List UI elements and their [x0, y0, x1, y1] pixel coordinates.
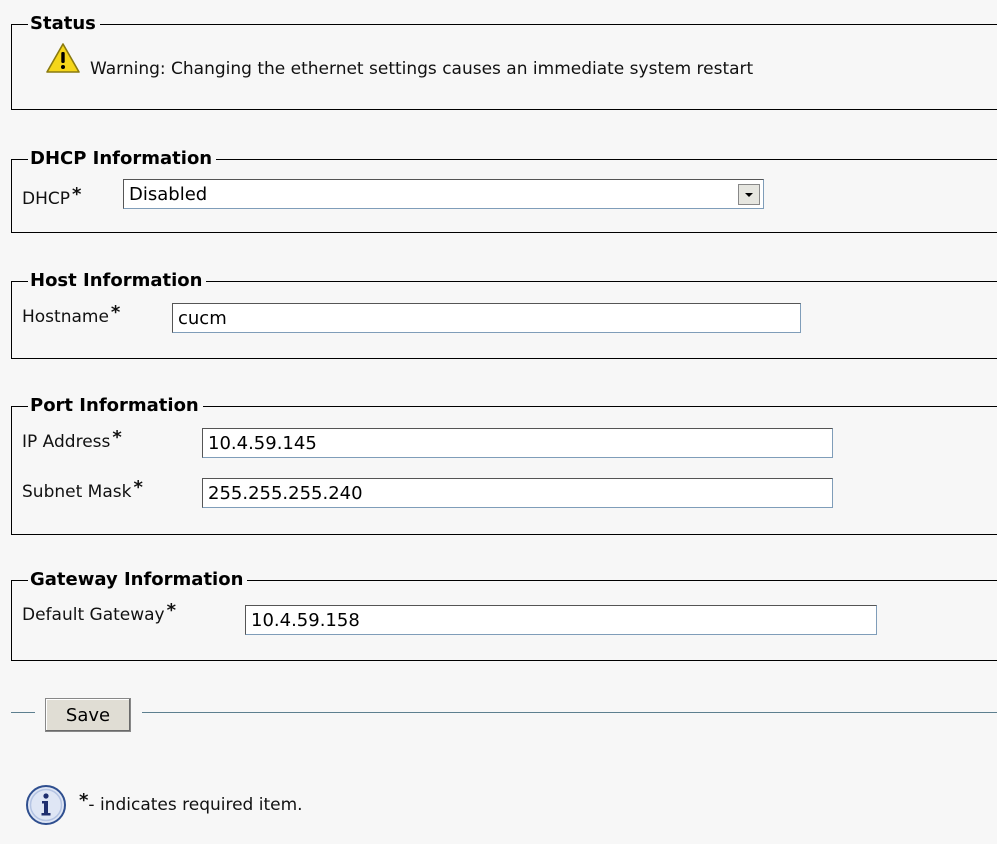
port-legend: Port Information	[22, 394, 203, 418]
required-note: *- indicates required item.	[79, 790, 303, 815]
save-button[interactable]: Save	[45, 698, 131, 732]
save-divider-right	[142, 712, 997, 713]
default-gateway-input[interactable]: 10.4.59.158	[245, 605, 877, 635]
host-section: Host Information Hostname * cucm	[11, 269, 997, 359]
gateway-legend: Gateway Information	[22, 568, 248, 592]
status-warning-text: Warning: Changing the ethernet settings …	[90, 59, 754, 79]
gateway-section: Gateway Information Default Gateway * 10.…	[11, 568, 997, 661]
dhcp-legend: DHCP Information	[22, 147, 217, 171]
dhcp-selected-value: Disabled	[129, 184, 208, 205]
ip-address-label: IP Address *	[22, 427, 122, 452]
info-icon	[26, 785, 66, 825]
ip-address-input[interactable]: 10.4.59.145	[202, 428, 833, 458]
required-asterisk: *	[79, 790, 89, 811]
status-section: Status Warning: Changing the ethernet se…	[11, 12, 997, 110]
required-asterisk: *	[110, 302, 121, 323]
required-note-text: - indicates required item.	[88, 795, 303, 815]
dhcp-section: DHCP Information DHCP * Disabled	[11, 147, 997, 233]
required-asterisk: *	[112, 427, 122, 448]
status-legend: Status	[22, 12, 100, 36]
save-divider-left	[11, 712, 35, 713]
dhcp-label: DHCP *	[22, 184, 82, 209]
default-gateway-label: Default Gateway *	[22, 600, 177, 625]
host-legend: Host Information	[22, 269, 207, 293]
warning-icon	[46, 43, 80, 73]
chevron-down-icon[interactable]	[738, 184, 760, 205]
subnet-mask-label: Subnet Mask *	[22, 477, 143, 502]
port-section: Port Information IP Address * 10.4.59.145…	[11, 394, 997, 535]
required-asterisk: *	[72, 184, 82, 205]
hostname-label: Hostname *	[22, 302, 121, 327]
hostname-input[interactable]: cucm	[172, 303, 801, 333]
dhcp-select[interactable]: Disabled	[123, 179, 764, 209]
required-asterisk: *	[166, 600, 177, 621]
subnet-mask-input[interactable]: 255.255.255.240	[202, 478, 833, 508]
required-asterisk: *	[133, 477, 143, 498]
